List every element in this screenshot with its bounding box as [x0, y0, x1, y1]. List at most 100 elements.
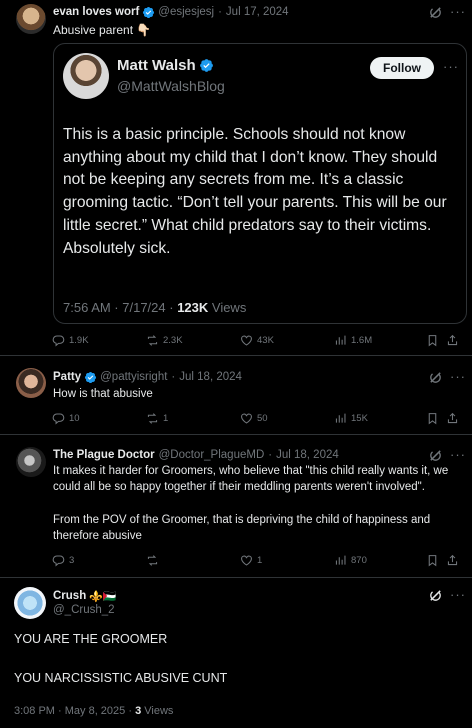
views-button[interactable]: 1.6M	[334, 334, 372, 347]
more-options-icon[interactable]: ···	[450, 447, 466, 462]
views-icon	[335, 413, 346, 423]
tweet3-author-name[interactable]: The Plague Doctor	[53, 449, 155, 461]
reply-icon	[52, 413, 65, 425]
tweet3-actions: 3 1 870	[52, 554, 460, 570]
main-time[interactable]: 3:08 PM · May 8, 2025 ·	[14, 705, 135, 717]
views-button[interactable]: 15K	[334, 412, 368, 425]
tweet2-author-name[interactable]: Patty	[53, 371, 81, 383]
tweet3-text-paragraph-1: It makes it harder for Groomers, who bel…	[53, 465, 449, 493]
tweet3-handle[interactable]: @Doctor_PlagueMD	[159, 449, 265, 461]
tweet3-text-paragraph-2: From the POV of the Groomer, that is dep…	[53, 514, 431, 542]
tweet1-text: Abusive parent 👇🏻	[53, 23, 152, 37]
bookmark-icon	[428, 335, 437, 347]
grok-icon[interactable]	[428, 370, 444, 386]
tweet2-text: How is that abusive	[53, 388, 153, 400]
follow-button[interactable]: Follow	[370, 57, 434, 79]
avatar-matt-walsh[interactable]	[63, 53, 109, 99]
quote-author-handle[interactable]: @MattWalshBlog	[117, 78, 225, 94]
share-button[interactable]	[446, 554, 459, 567]
bookmark-icon	[428, 555, 437, 567]
repost-button[interactable]	[146, 554, 163, 567]
more-options-icon[interactable]: ···	[450, 369, 466, 384]
main-timestamp-row: 3:08 PM · May 8, 2025 · 3 Views	[14, 705, 173, 717]
grok-icon[interactable]	[428, 448, 444, 464]
quote-author-name[interactable]: Matt Walsh	[117, 57, 196, 74]
views-count: 1.6M	[351, 335, 373, 346]
quote-views-count: 123K	[177, 300, 209, 315]
bookmark-button[interactable]	[426, 412, 439, 425]
share-button[interactable]	[446, 412, 459, 425]
tweet2-handle[interactable]: @pattyisright	[100, 371, 167, 383]
tweet1-date[interactable]: Jul 17, 2024	[226, 6, 289, 18]
like-button[interactable]: 1	[240, 554, 262, 567]
heart-icon	[241, 555, 252, 566]
grok-icon[interactable]	[428, 588, 444, 604]
main-header: Crush ⚜️🇵🇸	[53, 588, 117, 604]
views-count: 870	[351, 555, 367, 566]
views-icon	[335, 555, 346, 565]
tweet1-author-name[interactable]: evan loves worf	[53, 6, 139, 18]
repost-icon	[147, 555, 158, 566]
reply-button[interactable]: 10	[52, 412, 80, 425]
tweet2-actions: 10 1 50 15K	[52, 412, 460, 428]
like-count: 43K	[257, 335, 274, 346]
tweet2-date[interactable]: Jul 18, 2024	[179, 371, 242, 383]
tweet3-header: The Plague Doctor @Doctor_PlagueMD · Jul…	[53, 447, 339, 463]
more-options-icon[interactable]: ···	[450, 587, 466, 602]
bookmark-icon	[428, 413, 437, 425]
share-icon	[447, 412, 458, 424]
avatar-evan[interactable]	[16, 4, 46, 34]
reply-button[interactable]: 3	[52, 554, 74, 567]
share-icon	[447, 554, 458, 566]
reply-count: 3	[69, 555, 75, 566]
separator-dot: ·	[171, 371, 176, 383]
quote-time[interactable]: 7:56 AM · 7/17/24 ·	[63, 300, 177, 315]
views-icon	[335, 335, 346, 345]
verified-badge-icon	[84, 371, 97, 384]
repost-icon	[147, 335, 158, 346]
verified-badge-icon	[142, 6, 155, 19]
grok-icon[interactable]	[428, 5, 444, 21]
repost-icon	[147, 413, 158, 424]
tweet2-header: Patty @pattyisright · Jul 18, 2024	[53, 369, 242, 385]
like-button[interactable]: 43K	[240, 334, 274, 347]
repost-count: 2.3K	[163, 335, 183, 346]
quoted-tweet-card[interactable]: Matt Walsh @MattWalshBlog Follow ··· Thi…	[53, 43, 467, 324]
quote-timestamp-row: 7:56 AM · 7/17/24 · 123K Views	[63, 300, 246, 315]
divider	[0, 434, 472, 435]
divider	[0, 355, 472, 356]
reply-count: 10	[69, 413, 80, 424]
avatar-patty[interactable]	[16, 368, 46, 398]
main-views-label: Views	[141, 705, 174, 717]
main-author-name[interactable]: Crush	[53, 590, 86, 602]
more-options-icon[interactable]: ···	[443, 59, 459, 74]
heart-icon	[241, 413, 252, 424]
tweet1-actions: 1.9K 2.3K 43K 1.6M	[52, 334, 460, 350]
views-count: 15K	[351, 413, 368, 424]
separator-dot: ·	[268, 449, 273, 461]
like-button[interactable]: 50	[240, 412, 268, 425]
views-button[interactable]: 870	[334, 554, 367, 567]
main-text-line-1: YOU ARE THE GROOMER	[14, 632, 168, 646]
share-icon	[447, 334, 458, 346]
verified-badge-icon	[199, 58, 214, 73]
bookmark-button[interactable]	[426, 334, 439, 347]
main-author-handle[interactable]: @_Crush_2	[53, 604, 115, 616]
repost-button[interactable]: 2.3K	[146, 334, 183, 347]
bookmark-button[interactable]	[426, 554, 439, 567]
avatar-crush[interactable]	[14, 587, 46, 619]
reply-icon	[52, 335, 65, 347]
reply-button[interactable]: 1.9K	[52, 334, 89, 347]
repost-count: 1	[163, 413, 169, 424]
tweet1-handle[interactable]: @esjesjesj	[158, 6, 214, 18]
divider	[0, 577, 472, 578]
avatar-plague-doctor[interactable]	[16, 447, 46, 477]
tweet1-header: evan loves worf @esjesjesj · Jul 17, 202…	[53, 4, 289, 20]
like-count: 50	[257, 413, 268, 424]
main-text-line-2: YOU NARCISSISTIC ABUSIVE CUNT	[14, 671, 228, 685]
reply-icon	[52, 555, 65, 567]
tweet3-date[interactable]: Jul 18, 2024	[276, 449, 339, 461]
repost-button[interactable]: 1	[146, 412, 168, 425]
share-button[interactable]	[446, 334, 459, 347]
more-options-icon[interactable]: ···	[450, 4, 466, 19]
